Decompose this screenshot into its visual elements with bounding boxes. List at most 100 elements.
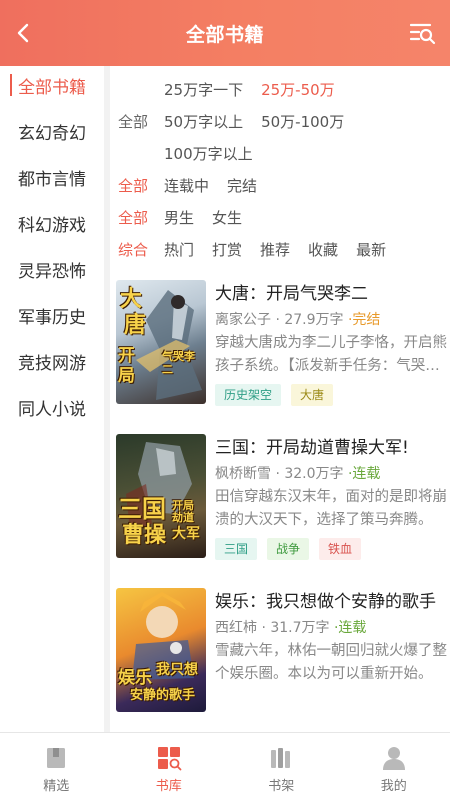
book-info: 大唐：开局气哭李二 离家公子 · 27.9万字 ·完结 穿越大唐成为李二儿子李恪…: [215, 280, 447, 428]
cover-title-2: 唐: [124, 313, 147, 338]
tab-label: 精选: [43, 779, 70, 794]
cover-title-1: 三国: [118, 495, 166, 523]
filter-row-gender: 全部 男生 女生: [118, 202, 450, 234]
book-tags: 三国 战争 铁血: [215, 538, 447, 560]
book-info: 三国：开局劫道曹操大军! 枫桥断雪 · 32.0万字 ·连载 田信穿越东汉末年，…: [215, 434, 447, 582]
list-search-icon: [409, 23, 436, 45]
cover-title-4: 开局劫道: [172, 499, 194, 524]
filter-row-sort: 综合 热门 打赏 推荐 收藏 最新: [118, 234, 450, 266]
book-word-count: 31.7万字: [270, 620, 330, 636]
sidebar-item-label: 玄幻奇幻: [18, 123, 86, 144]
chevron-left-icon: [17, 23, 29, 43]
sidebar-item-label: 灵异恐怖: [18, 261, 86, 282]
book-word-count: 27.9万字: [284, 312, 344, 328]
tab-bookshelf[interactable]: 书架: [225, 733, 338, 800]
book-meta: 离家公子 · 27.9万字 ·完结: [215, 308, 447, 332]
tab-featured[interactable]: 精选: [0, 733, 113, 800]
filter-status-all[interactable]: 全部: [118, 170, 164, 202]
sidebar-item-label: 全部书籍: [18, 77, 86, 98]
book-tag[interactable]: 历史架空: [215, 384, 282, 406]
sidebar-item-urban[interactable]: 都市言情: [0, 154, 104, 200]
tab-profile[interactable]: 我的: [338, 733, 450, 800]
book-list: 大 唐 开局 气哭李二 大唐：开局气哭李二 离家公子 · 27.9万字 ·完结 …: [110, 274, 450, 732]
book-tag[interactable]: 战争: [267, 538, 310, 560]
book-title: 三国：开局劫道曹操大军!: [215, 438, 409, 458]
book-tag[interactable]: 铁血: [319, 538, 362, 560]
sort-option[interactable]: 打赏: [212, 234, 242, 266]
tab-label: 书库: [155, 779, 182, 794]
book-tags: 历史架空 大唐: [215, 384, 447, 406]
filter-gender-all[interactable]: 全部: [118, 202, 164, 234]
book-description: 雪藏六年，林佑一朝回归就火爆了整个娱乐圈。本以为可以重新开始。: [215, 643, 447, 682]
sidebar-item-fanfic[interactable]: 同人小说: [0, 384, 104, 430]
book-title: 娱乐：我只想做个安静的歌手: [215, 592, 436, 612]
sidebar-item-fantasy[interactable]: 玄幻奇幻: [0, 108, 104, 154]
sidebar-item-label: 科幻游戏: [18, 215, 86, 236]
filter-option[interactable]: 完结: [227, 170, 257, 202]
cover-title-2: 曹操: [122, 523, 167, 548]
user-icon: [382, 747, 405, 770]
book-cover: 大 唐 开局 气哭李二: [116, 280, 206, 404]
cover-title-1: 娱乐: [118, 668, 152, 688]
library-grid-icon: [157, 747, 182, 771]
book-description: 田信穿越东汉末年，面对的是即将崩溃的大汉天下，选择了策马奔腾。: [215, 489, 447, 528]
sort-option[interactable]: 热门: [164, 234, 194, 266]
sidebar-item-label: 同人小说: [18, 399, 86, 420]
book-cover: 娱乐 我只想 安静的歌手: [116, 588, 206, 712]
bookshelf-icon: [271, 748, 291, 768]
filter-option[interactable]: 25万字一下: [164, 74, 243, 106]
book-cover: 三国 曹操 大军 开局劫道: [116, 434, 206, 558]
book-tag[interactable]: 大唐: [291, 384, 334, 406]
cover-title-3: 大军: [172, 526, 200, 542]
filter-option[interactable]: 男生: [164, 202, 194, 234]
sidebar-item-horror[interactable]: 灵异恐怖: [0, 246, 104, 292]
sidebar-item-all[interactable]: 全部书籍: [0, 62, 104, 108]
book-icon: [47, 748, 66, 768]
sidebar-item-label: 竞技网游: [18, 353, 86, 374]
book-tag[interactable]: 三国: [215, 538, 258, 560]
sort-option[interactable]: 最新: [356, 234, 386, 266]
sidebar-item-history[interactable]: 军事历史: [0, 292, 104, 338]
book-status: ·完结: [347, 312, 381, 328]
sort-option[interactable]: 收藏: [308, 234, 338, 266]
sidebar-item-label: 军事历史: [18, 307, 86, 328]
book-meta: 西红柿 · 31.7万字 ·连载: [215, 616, 447, 640]
bottom-tab-bar: 精选 书库 书架 我的: [0, 732, 450, 800]
filter-row-words: 全部 25万字一下 25万-50万 50万字以上 50万-100万 100万字以…: [118, 74, 450, 170]
tab-label: 我的: [380, 779, 407, 794]
filter-option[interactable]: 100万字以上: [164, 138, 253, 170]
cover-title-1: 大: [120, 287, 143, 312]
back-button[interactable]: [10, 20, 36, 46]
sidebar-item-scifi[interactable]: 科幻游戏: [0, 200, 104, 246]
filter-option[interactable]: 50万字以上: [164, 106, 243, 138]
sort-comprehensive[interactable]: 综合: [118, 234, 164, 266]
book-word-count: 32.0万字: [284, 466, 344, 482]
category-sidebar: 全部书籍 玄幻奇幻 都市言情 科幻游戏 灵异恐怖 军事历史 竞技网游 同人小说: [0, 66, 104, 732]
book-list-panel: 全部 25万字一下 25万-50万 50万字以上 50万-100万 100万字以…: [110, 66, 450, 732]
tab-library[interactable]: 书库: [113, 733, 226, 800]
book-status: ·连载: [333, 620, 367, 636]
book-item[interactable]: 三国 曹操 大军 开局劫道 三国：开局劫道曹操大军! 枫桥断雪 · 32.0万字…: [110, 428, 450, 582]
cover-title-3: 安静的歌手: [130, 688, 196, 703]
tab-label: 书架: [268, 779, 295, 794]
cover-title-2: 我只想: [156, 662, 198, 678]
book-meta: 枫桥断雪 · 32.0万字 ·连载: [215, 462, 447, 486]
book-item[interactable]: 娱乐 我只想 安静的歌手 娱乐：我只想做个安静的歌手 西红柿 · 31.7万字 …: [110, 582, 450, 732]
book-item[interactable]: 大 唐 开局 气哭李二 大唐：开局气哭李二 离家公子 · 27.9万字 ·完结 …: [110, 274, 450, 428]
filter-panel: 全部 25万字一下 25万-50万 50万字以上 50万-100万 100万字以…: [110, 66, 450, 266]
filter-option-selected[interactable]: 25万-50万: [261, 74, 335, 106]
filter-row-status: 全部 连载中 完结: [118, 170, 450, 202]
filter-option[interactable]: 女生: [212, 202, 242, 234]
book-author: 枫桥断雪: [215, 466, 271, 482]
filter-option[interactable]: 50万-100万: [261, 106, 344, 138]
book-description: 穿越大唐成为李二儿子李恪，开启熊孩子系统。【派发新手任务：气哭李二。】: [215, 335, 447, 374]
book-info: 娱乐：我只想做个安静的歌手 西红柿 · 31.7万字 ·连载 雪藏六年，林佑一朝…: [215, 588, 447, 732]
cover-title-4: 气哭李二: [162, 350, 195, 376]
filter-words-all[interactable]: 全部: [118, 106, 164, 138]
search-list-button[interactable]: [409, 21, 436, 45]
filter-option[interactable]: 连载中: [164, 170, 209, 202]
sidebar-item-label: 都市言情: [18, 169, 86, 190]
book-title: 大唐：开局气哭李二: [215, 284, 368, 304]
sidebar-item-gaming[interactable]: 竞技网游: [0, 338, 104, 384]
sort-option[interactable]: 推荐: [260, 234, 290, 266]
